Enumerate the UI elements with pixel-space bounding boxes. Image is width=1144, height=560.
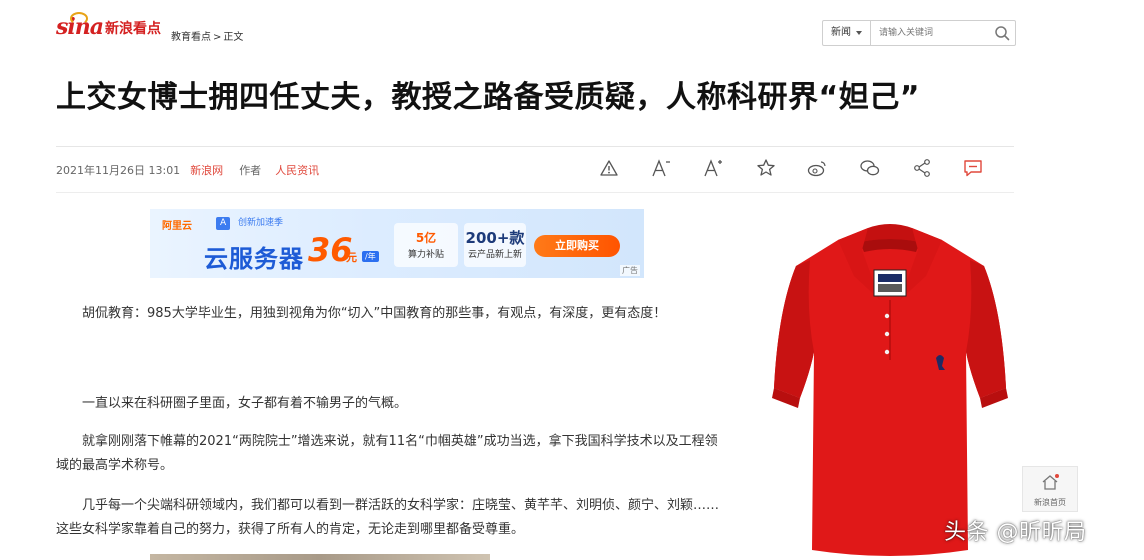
article-paragraph: 一直以来在科研圈子里面，女子都有着不输男子的气概。 <box>82 396 408 411</box>
ad-card-products-label: 云产品新上新 <box>467 250 522 260</box>
ad-buy-button[interactable]: 立即购买 <box>534 235 620 257</box>
search-input[interactable] <box>879 21 989 45</box>
sina-home-widget[interactable]: 新浪首页 <box>1022 466 1078 512</box>
logo-kandian-text: 新浪看点 <box>105 21 161 37</box>
font-decrease-button[interactable] <box>648 156 674 180</box>
watermark: 头条 @昕昕局 <box>944 520 1087 545</box>
ad-brand: 阿里云 <box>162 221 192 232</box>
search-box: 新闻 <box>822 20 1016 46</box>
favorite-star-icon <box>757 159 775 176</box>
ad-card-compute-label: 算力补贴 <box>407 250 444 260</box>
ad-card-products-value: 200+款 <box>465 229 525 247</box>
author-label: 作者 <box>239 164 262 177</box>
weibo-share-icon <box>807 161 826 177</box>
font-increase-button[interactable] <box>700 156 726 180</box>
chevron-down-icon <box>856 31 862 35</box>
ad-card-compute: 5亿 算力补贴 <box>394 223 458 267</box>
ad-tag: A <box>216 217 231 230</box>
sina-home-label: 新浪首页 <box>1034 498 1066 507</box>
font-increase-icon <box>704 159 722 177</box>
divider <box>56 192 1014 193</box>
red-polo-shirt-image[interactable] <box>770 220 1010 560</box>
ad-price-unit: 元 <box>346 251 357 264</box>
report-button[interactable] <box>596 156 622 180</box>
wechat-share-icon <box>860 160 880 176</box>
breadcrumb-education[interactable]: 教育看点 <box>171 32 211 43</box>
home-icon <box>1042 474 1059 490</box>
breadcrumb: 教育看点 > 正文 <box>171 28 243 43</box>
weibo-share-button[interactable] <box>804 156 830 180</box>
source-link[interactable]: 新浪网 <box>190 164 223 177</box>
divider <box>56 146 1014 147</box>
search-icon[interactable] <box>993 24 1011 42</box>
font-decrease-icon <box>652 159 670 177</box>
breadcrumb-separator: > <box>213 32 222 43</box>
ad-banner[interactable]: 阿里云 A 创新加速季 云服务器 36 元 /年 5亿 算力补贴 200+款 云… <box>150 209 644 278</box>
share-button[interactable] <box>909 156 935 180</box>
publish-date: 2021年11月26日 13:01 <box>56 164 181 177</box>
author-link[interactable]: 人民资讯 <box>275 164 319 177</box>
report-icon <box>600 160 618 176</box>
article-title: 上交女博士拥四任丈夫，教授之路备受质疑，人称科研界“妲己” <box>56 80 920 115</box>
article-paragraph: 几乎每一个尖端科研领域内，我们都可以看到一群活跃的女科学家：庄晓莹、黄芊芊、刘明… <box>56 498 720 537</box>
article-meta: 2021年11月26日 13:01 新浪网 作者 人民资讯 <box>56 162 319 178</box>
share-icon <box>914 159 930 177</box>
ad-price-badge: /年 <box>362 251 379 262</box>
search-scope-select[interactable]: 新闻 <box>823 21 871 45</box>
article-paragraph: 就拿刚刚落下帷幕的2021“两院院士”增选来说，就有11名“巾帼英雄”成功当选，… <box>56 434 718 473</box>
comment-button[interactable] <box>960 156 986 180</box>
wechat-share-button[interactable] <box>857 156 883 180</box>
ad-marker: 广告 <box>620 265 640 276</box>
search-scope-label: 新闻 <box>831 27 851 38</box>
breadcrumb-current: 正文 <box>223 32 244 43</box>
article-image <box>150 554 490 560</box>
ad-tag-text: 创新加速季 <box>238 218 284 228</box>
favorite-button[interactable] <box>753 156 779 180</box>
ad-card-products: 200+款 云产品新上新 <box>464 223 526 267</box>
ad-card-compute-value: 5亿 <box>415 231 437 245</box>
comment-icon <box>964 160 982 177</box>
sina-logo[interactable]: sina 新浪看点 <box>56 12 161 38</box>
article-paragraph: 胡侃教育：985大学毕业生，用独到视角为你“切入”中国教育的那些事，有观点，有深… <box>82 306 667 321</box>
logo-eye-icon <box>70 12 88 25</box>
ad-headline: 云服务器 <box>204 245 304 273</box>
